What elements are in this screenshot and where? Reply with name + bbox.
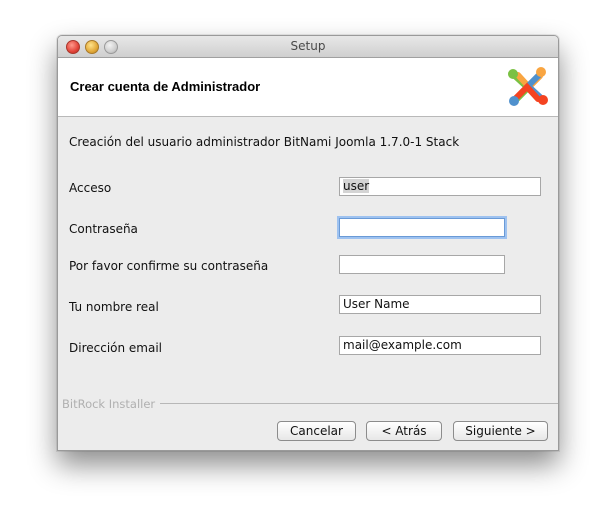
login-input-value: user [343, 179, 370, 193]
intro-text: Creación del usuario administrador BitNa… [69, 135, 460, 149]
setup-window: Setup Crear cuenta de Administrador Crea… [57, 35, 559, 451]
page-title: Crear cuenta de Administrador [70, 79, 261, 94]
real-name-label: Tu nombre real [69, 300, 159, 314]
next-button[interactable]: Siguiente > [453, 421, 548, 441]
real-name-input[interactable]: User Name [339, 295, 541, 314]
confirm-password-label: Por favor confirme su contraseña [69, 259, 269, 273]
login-input[interactable]: user [339, 177, 541, 196]
email-input[interactable]: mail@example.com [339, 336, 541, 355]
login-label: Acceso [69, 181, 112, 195]
back-button[interactable]: < Atrás [366, 421, 442, 441]
page-header: Crear cuenta de Administrador [58, 58, 558, 117]
cancel-button[interactable]: Cancelar [277, 421, 356, 441]
password-input[interactable] [339, 218, 505, 237]
installer-label: BitRock Installer [62, 397, 161, 411]
window-title: Setup [290, 39, 326, 53]
title-bar: Setup [58, 36, 558, 58]
confirm-password-input[interactable] [339, 255, 505, 274]
joomla-logo [508, 67, 548, 106]
password-label: Contraseña [69, 222, 138, 236]
email-label: Dirección email [69, 341, 163, 355]
